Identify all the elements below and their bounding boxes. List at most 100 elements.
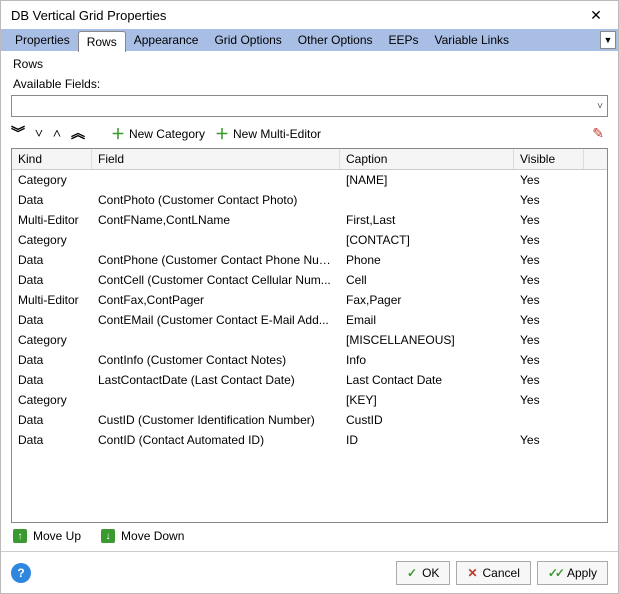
ok-label: OK [422, 566, 439, 580]
cell-visible: Yes [514, 230, 584, 250]
check-icon: ✓ [407, 566, 417, 580]
tab-rows[interactable]: Rows [78, 31, 126, 52]
cell-kind: Data [12, 430, 92, 450]
help-button[interactable]: ? [11, 563, 31, 583]
cell-visible: Yes [514, 170, 584, 190]
available-fields-label: Available Fields: [13, 77, 608, 91]
plus-icon: ＋ [215, 127, 229, 141]
cell-kind: Category [12, 170, 92, 190]
collapse-button[interactable]: ˄ [53, 127, 61, 141]
cell-visible: Yes [514, 390, 584, 410]
cell-field [92, 330, 340, 350]
cell-kind: Data [12, 410, 92, 430]
arrow-down-icon: ↓ [101, 529, 115, 543]
tab-variable-links[interactable]: Variable Links [427, 30, 517, 50]
col-header-kind[interactable]: Kind [12, 149, 92, 169]
cell-field: LastContactDate (Last Contact Date) [92, 370, 340, 390]
cell-visible: Yes [514, 190, 584, 210]
apply-button[interactable]: ✓✓ Apply [537, 561, 608, 585]
close-button[interactable]: ✕ [580, 3, 612, 27]
cell-caption: Fax,Pager [340, 290, 514, 310]
tab-overflow-button[interactable]: ▼ [600, 31, 616, 49]
table-row[interactable]: Category[CONTACT]Yes [12, 230, 607, 250]
cell-caption: Last Contact Date [340, 370, 514, 390]
arrow-up-icon: ↑ [13, 529, 27, 543]
dialog-footer: ? ✓ OK ✕ Cancel ✓✓ Apply [1, 551, 618, 593]
available-fields-combo[interactable]: ˅ [11, 95, 608, 117]
cell-kind: Data [12, 350, 92, 370]
col-header-visible[interactable]: Visible [514, 149, 584, 169]
double-chevron-up-icon: ︽ [71, 127, 85, 141]
tab-appearance[interactable]: Appearance [126, 30, 207, 50]
move-down-label: Move Down [121, 529, 184, 543]
double-chevron-down-icon: ︾ [11, 127, 25, 141]
cell-caption: ID [340, 430, 514, 450]
cell-field: CustID (Customer Identification Number) [92, 410, 340, 430]
table-row[interactable]: Multi-EditorContFName,ContLNameFirst,Las… [12, 210, 607, 230]
cell-field: ContPhoto (Customer Contact Photo) [92, 190, 340, 210]
table-header: Kind Field Caption Visible [12, 149, 607, 170]
pencil-icon: ✎ [592, 125, 604, 142]
table-row[interactable]: DataContInfo (Customer Contact Notes)Inf… [12, 350, 607, 370]
chevron-up-icon: ˄ [53, 127, 61, 141]
content-area: Rows Available Fields: ˅ ︾ ˅ ˄ ︽ ＋ New C… [1, 51, 618, 551]
cell-field [92, 170, 340, 190]
cell-field: ContID (Contact Automated ID) [92, 430, 340, 450]
cell-field: ContPhone (Customer Contact Phone Num... [92, 250, 340, 270]
expand-all-button[interactable]: ︾ [11, 127, 25, 141]
cell-visible [514, 410, 584, 430]
cell-caption: [KEY] [340, 390, 514, 410]
move-bar: ↑ Move Up ↓ Move Down [11, 523, 608, 545]
edit-button[interactable]: ✎ [592, 125, 608, 142]
table-row[interactable]: DataContID (Contact Automated ID)IDYes [12, 430, 607, 450]
cell-visible: Yes [514, 370, 584, 390]
rows-table: Kind Field Caption Visible Category[NAME… [11, 148, 608, 523]
table-row[interactable]: Category[NAME]Yes [12, 170, 607, 190]
table-row[interactable]: DataContPhoto (Customer Contact Photo) Ye… [12, 190, 607, 210]
cell-kind: Data [12, 310, 92, 330]
table-row[interactable]: Category[MISCELLANEOUS]Yes [12, 330, 607, 350]
cell-caption: Cell [340, 270, 514, 290]
table-row[interactable]: DataContPhone (Customer Contact Phone Nu… [12, 250, 607, 270]
collapse-all-button[interactable]: ︽ [71, 127, 85, 141]
tab-grid-options[interactable]: Grid Options [206, 30, 289, 50]
table-row[interactable]: Category[KEY]Yes [12, 390, 607, 410]
move-up-button[interactable]: ↑ Move Up [13, 529, 81, 543]
x-icon: ✕ [467, 566, 477, 580]
col-header-field[interactable]: Field [92, 149, 340, 169]
cell-caption: Info [340, 350, 514, 370]
table-body: Category[NAME]YesDataContPhoto (Customer… [12, 170, 607, 522]
tab-eeps[interactable]: EEPs [381, 30, 427, 50]
cell-field [92, 390, 340, 410]
cell-visible: Yes [514, 210, 584, 230]
cell-visible: Yes [514, 430, 584, 450]
close-icon: ✕ [590, 7, 602, 24]
move-down-button[interactable]: ↓ Move Down [101, 529, 184, 543]
sub-header: Rows [13, 57, 608, 71]
table-row[interactable]: Multi-EditorContFax,ContPagerFax,PagerYe… [12, 290, 607, 310]
cell-caption: Email [340, 310, 514, 330]
double-check-icon: ✓✓ [548, 566, 562, 580]
cancel-button[interactable]: ✕ Cancel [456, 561, 530, 585]
new-multi-editor-button[interactable]: ＋ New Multi-Editor [215, 127, 321, 141]
cell-kind: Data [12, 190, 92, 210]
table-row[interactable]: DataContEMail (Customer Contact E-Mail A… [12, 310, 607, 330]
cell-field: ContFax,ContPager [92, 290, 340, 310]
cell-visible: Yes [514, 250, 584, 270]
cell-kind: Data [12, 250, 92, 270]
chevron-down-icon: ˅ [35, 127, 43, 141]
cell-field: ContCell (Customer Contact Cellular Num.… [92, 270, 340, 290]
table-row[interactable]: DataCustID (Customer Identification Numb… [12, 410, 607, 430]
cell-caption: [MISCELLANEOUS] [340, 330, 514, 350]
table-row[interactable]: DataLastContactDate (Last Contact Date)L… [12, 370, 607, 390]
col-header-caption[interactable]: Caption [340, 149, 514, 169]
ok-button[interactable]: ✓ OK [396, 561, 450, 585]
new-category-button[interactable]: ＋ New Category [111, 127, 205, 141]
help-icon: ? [17, 566, 24, 580]
table-row[interactable]: DataContCell (Customer Contact Cellular … [12, 270, 607, 290]
tab-other-options[interactable]: Other Options [290, 30, 381, 50]
tab-strip: Properties Rows Appearance Grid Options … [1, 29, 618, 51]
expand-button[interactable]: ˅ [35, 127, 43, 141]
cell-caption [340, 190, 514, 210]
tab-properties[interactable]: Properties [7, 30, 78, 50]
